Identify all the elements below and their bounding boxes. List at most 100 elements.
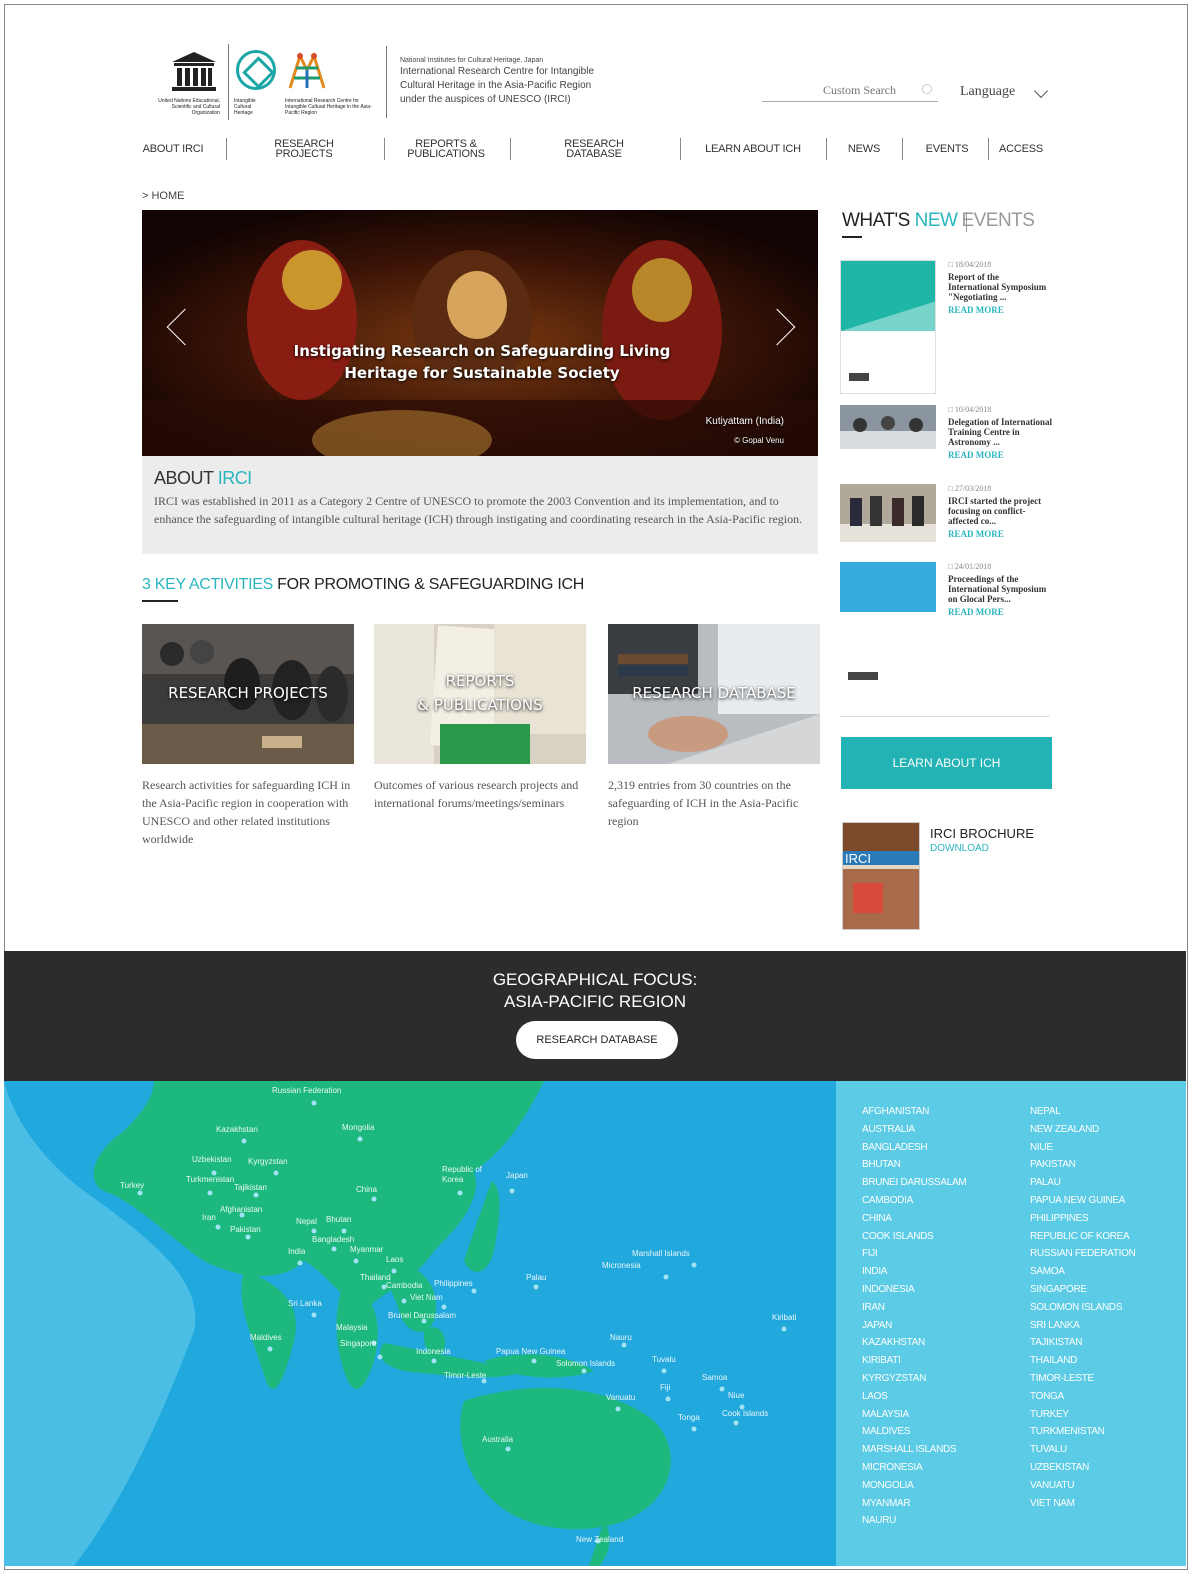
country-link[interactable]: SOLOMON ISLANDS bbox=[1030, 1299, 1136, 1317]
country-link[interactable]: INDIA bbox=[862, 1263, 966, 1281]
read-more-link[interactable]: READ MORE bbox=[948, 450, 1052, 460]
country-column-right: NEPAL NEW ZEALAND NIUE PAKISTAN PALAU PAPUA N… bbox=[1030, 1103, 1136, 1512]
country-link[interactable]: PALAU bbox=[1030, 1174, 1136, 1192]
news-thumbnail[interactable] bbox=[840, 260, 936, 394]
card-research-database[interactable]: RESEARCH DATABASE bbox=[608, 624, 820, 764]
country-link[interactable]: AUSTRALIA bbox=[862, 1121, 966, 1139]
country-link[interactable]: BANGLADESH bbox=[862, 1139, 966, 1157]
read-more-link[interactable]: READ MORE bbox=[948, 529, 1052, 539]
brochure-download-link[interactable]: DOWNLOAD bbox=[930, 843, 989, 854]
country-link[interactable]: INDONESIA bbox=[862, 1281, 966, 1299]
country-link[interactable]: KYRGYZSTAN bbox=[862, 1370, 966, 1388]
country-link[interactable]: AFGHANISTAN bbox=[862, 1103, 966, 1121]
country-link[interactable]: UZBEKISTAN bbox=[1030, 1459, 1136, 1477]
brochure-thumbnail[interactable]: IRCI bbox=[842, 822, 920, 930]
country-link[interactable]: TIMOR-LESTE bbox=[1030, 1370, 1136, 1388]
read-more-link[interactable]: READ MORE bbox=[948, 607, 1052, 617]
country-link[interactable]: TONGA bbox=[1030, 1388, 1136, 1406]
card-reports-publications[interactable]: REPORTS & PUBLICATIONS bbox=[374, 624, 586, 764]
country-link[interactable]: MALAYSIA bbox=[862, 1406, 966, 1424]
country-link[interactable]: PHILIPPINES bbox=[1030, 1210, 1136, 1228]
map-label: Uzbekistan bbox=[192, 1155, 232, 1164]
nav-research-projects[interactable]: RESEARCH PROJECTS bbox=[250, 136, 358, 162]
nav-reports-publications[interactable]: REPORTS & PUBLICATIONS bbox=[404, 136, 488, 162]
country-link[interactable]: SAMOA bbox=[1030, 1263, 1136, 1281]
country-link[interactable]: TAJIKISTAN bbox=[1030, 1334, 1136, 1352]
read-more-link[interactable]: READ MORE bbox=[948, 305, 1052, 315]
country-link[interactable]: LAOS bbox=[862, 1388, 966, 1406]
country-link[interactable]: MYANMAR bbox=[862, 1495, 966, 1513]
country-link[interactable]: COOK ISLANDS bbox=[862, 1228, 966, 1246]
country-link[interactable]: SINGAPORE bbox=[1030, 1281, 1136, 1299]
news-date: □ 10/04/2018 bbox=[948, 405, 992, 414]
about-heading-b[interactable]: IRCI bbox=[218, 468, 253, 488]
country-link[interactable]: PAKISTAN bbox=[1030, 1156, 1136, 1174]
country-link[interactable]: REPUBLIC OF KOREA bbox=[1030, 1228, 1136, 1246]
nav-events[interactable]: EVENTS bbox=[922, 136, 972, 162]
country-link[interactable]: FIJI bbox=[862, 1245, 966, 1263]
country-link[interactable]: NAURU bbox=[862, 1512, 966, 1530]
map-label: Malaysia bbox=[336, 1323, 368, 1332]
map-label: Fiji bbox=[660, 1383, 671, 1392]
unesco-text: United Nations Educational, Scientific a… bbox=[158, 98, 220, 116]
brochure-title: IRCI BROCHURE bbox=[930, 826, 1035, 841]
nav-news[interactable]: NEWS bbox=[844, 136, 884, 162]
breadcrumb[interactable]: > HOME bbox=[142, 190, 184, 202]
tab-events[interactable]: EVENTS bbox=[961, 210, 1035, 231]
news-title[interactable]: Report of the International Symposium "N… bbox=[948, 272, 1052, 302]
learn-about-ich-button[interactable]: LEARN ABOUT ICH bbox=[841, 737, 1052, 789]
hero-slider[interactable]: Instigating Research on Safeguarding Liv… bbox=[142, 210, 818, 456]
logo-divider bbox=[228, 44, 229, 120]
country-link[interactable]: VANUATU bbox=[1030, 1477, 1136, 1495]
country-link[interactable]: THAILAND bbox=[1030, 1352, 1136, 1370]
country-link[interactable]: MICRONESIA bbox=[862, 1459, 966, 1477]
logo-group[interactable]: United Nations Educational, Scientific a… bbox=[142, 40, 392, 122]
irci-text: International Research Centre for Intang… bbox=[285, 98, 372, 116]
news-title[interactable]: Proceedings of the International Symposi… bbox=[948, 574, 1052, 604]
country-link[interactable]: TURKMENISTAN bbox=[1030, 1423, 1136, 1441]
country-link[interactable]: TUVALU bbox=[1030, 1441, 1136, 1459]
news-thumbnail[interactable] bbox=[840, 484, 936, 542]
country-link[interactable]: PAPUA NEW GUINEA bbox=[1030, 1192, 1136, 1210]
tab-new[interactable]: NEW bbox=[915, 210, 958, 231]
map-label: Bangladesh bbox=[312, 1235, 355, 1244]
country-link[interactable]: SRI LANKA bbox=[1030, 1317, 1136, 1335]
card-label-line2: & PUBLICATIONS bbox=[417, 696, 543, 714]
news-title[interactable]: Delegation of International Training Cen… bbox=[948, 417, 1052, 447]
country-link[interactable]: JAPAN bbox=[862, 1317, 966, 1335]
country-link[interactable]: KIRIBATI bbox=[862, 1352, 966, 1370]
tab-whats[interactable]: WHAT'S bbox=[842, 210, 915, 231]
language-selector[interactable]: Language bbox=[960, 84, 1015, 100]
country-link[interactable]: NEPAL bbox=[1030, 1103, 1136, 1121]
country-link[interactable]: MALDIVES bbox=[862, 1423, 966, 1441]
country-link[interactable]: IRAN bbox=[862, 1299, 966, 1317]
research-database-button[interactable]: RESEARCH DATABASE bbox=[516, 1021, 678, 1059]
nav-access[interactable]: ACCESS bbox=[998, 136, 1044, 162]
search-input[interactable] bbox=[762, 80, 912, 100]
news-title[interactable]: IRCI started the project focusing on con… bbox=[948, 496, 1052, 526]
news-thumbnail[interactable] bbox=[840, 405, 936, 449]
asia-pacific-map[interactable]: Russian Federation Kazakhstan Mongolia U… bbox=[4, 1081, 836, 1566]
nav-research-database[interactable]: RESEARCH DATABASE bbox=[538, 136, 650, 162]
map-label: Singapore bbox=[340, 1339, 377, 1348]
search-icon[interactable] bbox=[922, 84, 932, 94]
nav-learn-about-ich[interactable]: LEARN ABOUT ICH bbox=[702, 136, 804, 162]
country-link[interactable]: VIET NAM bbox=[1030, 1495, 1136, 1513]
card-description: Outcomes of various research projects an… bbox=[374, 778, 579, 810]
country-link[interactable]: KAZAKHSTAN bbox=[862, 1334, 966, 1352]
country-link[interactable]: NIUE bbox=[1030, 1139, 1136, 1157]
country-link[interactable]: BRUNEI DARUSSALAM bbox=[862, 1174, 967, 1192]
country-link[interactable]: CAMBODIA bbox=[862, 1192, 966, 1210]
country-link[interactable]: MONGOLIA bbox=[862, 1477, 966, 1495]
card-research-projects[interactable]: RESEARCH PROJECTS bbox=[142, 624, 354, 764]
news-thumbnail[interactable] bbox=[840, 562, 936, 690]
country-link[interactable]: CHINA bbox=[862, 1210, 966, 1228]
country-link[interactable]: TURKEY bbox=[1030, 1406, 1136, 1424]
country-link[interactable]: MARSHALL ISLANDS bbox=[862, 1441, 966, 1459]
nav-about-irci[interactable]: ABOUT IRCI bbox=[142, 136, 204, 162]
country-link[interactable]: NEW ZEALAND bbox=[1030, 1121, 1136, 1139]
map-label: Nepal bbox=[296, 1217, 317, 1226]
map-label: Turkmenistan bbox=[186, 1175, 235, 1184]
country-link[interactable]: RUSSIAN FEDERATION bbox=[1030, 1245, 1136, 1263]
country-link[interactable]: BHUTAN bbox=[862, 1156, 966, 1174]
